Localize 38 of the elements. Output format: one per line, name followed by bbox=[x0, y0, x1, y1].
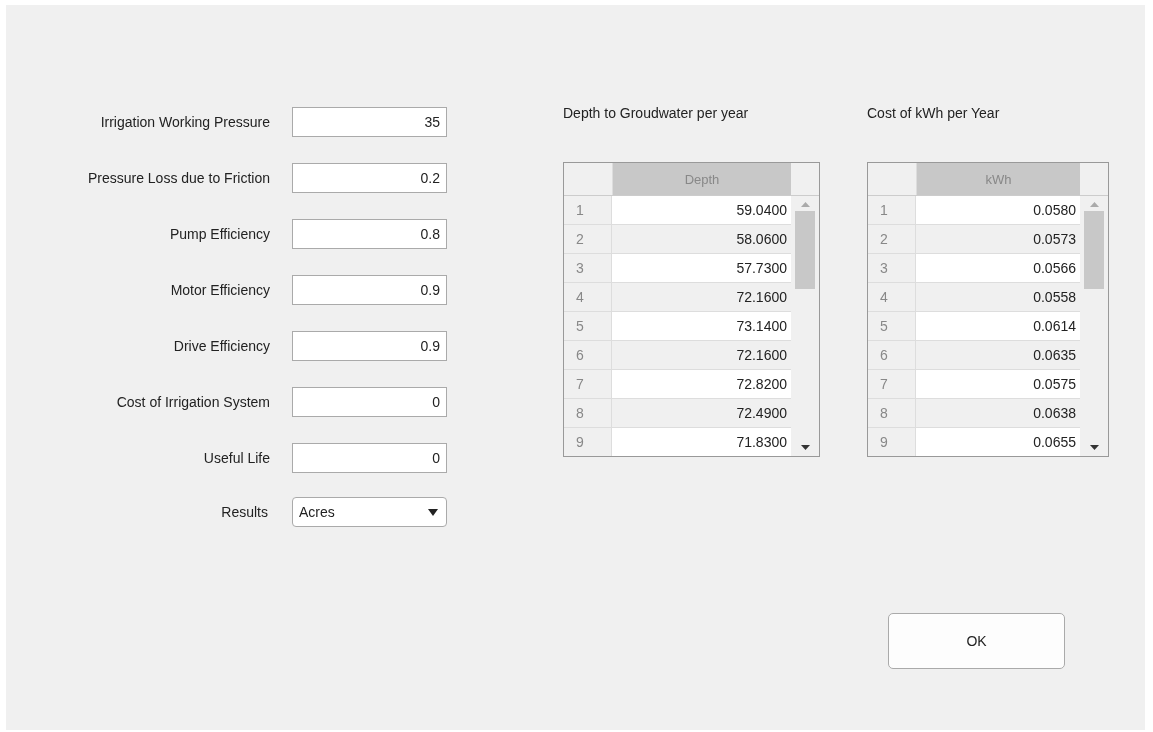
field-label: Irrigation Working Pressure bbox=[100, 114, 270, 130]
input-field[interactable]: 0.2 bbox=[292, 163, 447, 193]
table-cell: 57.7300 bbox=[612, 254, 791, 282]
field-label: Motor Efficiency bbox=[170, 282, 270, 298]
table-cell: 0.0575 bbox=[916, 370, 1080, 398]
scroll-up-icon[interactable] bbox=[800, 202, 810, 207]
scroll-down-icon[interactable] bbox=[1089, 445, 1099, 450]
table-cell: 59.0400 bbox=[612, 196, 791, 224]
scroll-down-icon[interactable] bbox=[800, 445, 810, 450]
field-label: Pressure Loss due to Friction bbox=[87, 170, 270, 186]
scroll-up-icon[interactable] bbox=[1089, 202, 1099, 207]
input-field[interactable]: 0.8 bbox=[292, 219, 447, 249]
table-cell: 72.8200 bbox=[612, 370, 791, 398]
field-label: Pump Efficiency bbox=[169, 226, 270, 242]
table-cell: 73.1400 bbox=[612, 312, 791, 340]
table-cell: 0.0614 bbox=[916, 312, 1080, 340]
column-header: Depth bbox=[613, 163, 791, 195]
field-label: Cost of Irrigation System bbox=[116, 394, 270, 410]
scrollbar-thumb[interactable] bbox=[1084, 211, 1104, 289]
table-cell: 71.8300 bbox=[612, 428, 791, 456]
field-label: Drive Efficiency bbox=[173, 338, 270, 354]
table-cell: 0.0580 bbox=[916, 196, 1080, 224]
ok-button[interactable]: OK bbox=[888, 613, 1065, 669]
table-title: Depth to Groudwater per year bbox=[563, 105, 750, 123]
column-header: kWh bbox=[917, 163, 1080, 195]
input-field[interactable]: 0 bbox=[292, 387, 447, 417]
caret-icon bbox=[428, 508, 438, 516]
field-label: Results bbox=[221, 504, 268, 520]
input-field[interactable]: 0 bbox=[292, 443, 447, 473]
input-field[interactable]: 0.9 bbox=[292, 331, 447, 361]
table-title: Cost of kWh per Year bbox=[867, 105, 1001, 123]
input-field[interactable]: 35 bbox=[292, 107, 447, 137]
results-dropdown[interactable]: Acres bbox=[292, 497, 447, 527]
scrollbar-thumb[interactable] bbox=[795, 211, 815, 289]
table-cell: 0.0655 bbox=[916, 428, 1080, 456]
field-label: Useful Life bbox=[203, 450, 270, 466]
table-cell: 0.0566 bbox=[916, 254, 1080, 282]
input-field[interactable]: 0.9 bbox=[292, 275, 447, 305]
